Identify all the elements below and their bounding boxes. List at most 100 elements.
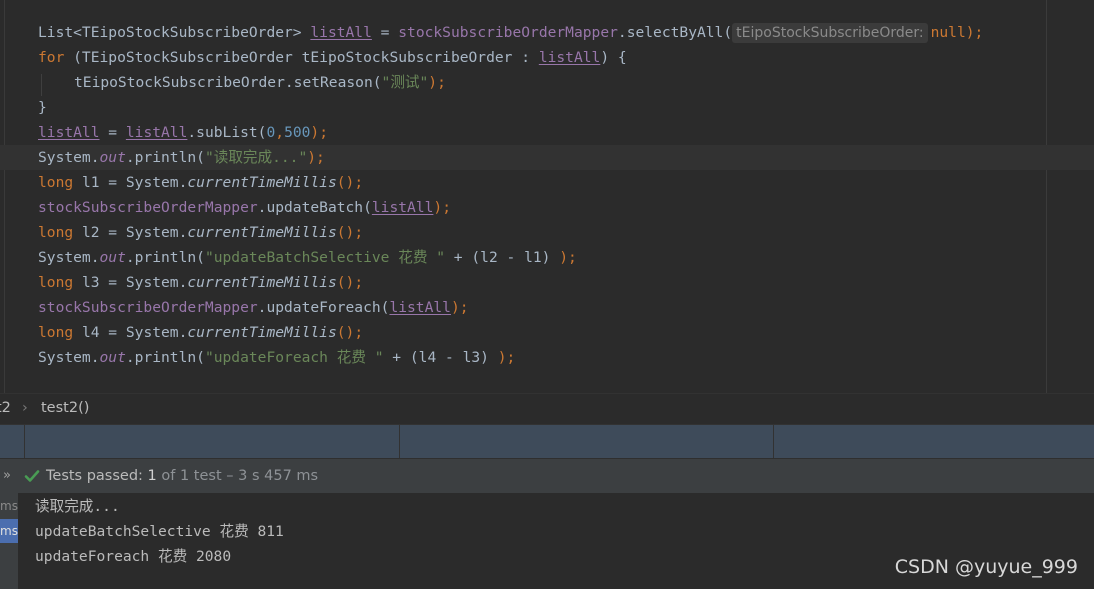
code-token: ); bbox=[450, 299, 469, 316]
code-token: (); bbox=[336, 174, 364, 191]
passed-count: 1 bbox=[147, 468, 157, 484]
code-token: .println( bbox=[125, 249, 205, 266]
code-token: System. bbox=[38, 249, 100, 266]
code-line-7[interactable]: long l1 = System.currentTimeMillis(); bbox=[38, 170, 363, 195]
code-token-static-method: currentTimeMillis bbox=[187, 324, 337, 341]
code-token-keyword: long bbox=[38, 224, 74, 241]
code-token: l4 = System. bbox=[73, 324, 188, 341]
code-token: ) { bbox=[600, 49, 627, 66]
code-line-1[interactable]: List<TEipoStockSubscribeOrder> listAll =… bbox=[38, 20, 983, 45]
code-line-3[interactable]: tEipoStockSubscribeOrder.setReason("测试")… bbox=[74, 70, 446, 95]
code-token-keyword: null bbox=[930, 24, 966, 41]
code-token-variable: listAll bbox=[371, 199, 434, 216]
code-token: + (l2 - l1) bbox=[445, 249, 560, 266]
code-token: System. bbox=[38, 349, 100, 366]
code-token: ); bbox=[433, 199, 451, 216]
code-line-2[interactable]: for (TEipoStockSubscribeOrder tEipoStock… bbox=[38, 45, 627, 70]
code-token: .selectByAll( bbox=[617, 24, 733, 41]
tree-column[interactable] bbox=[400, 425, 774, 459]
code-line-14[interactable]: System.out.println("updateForeach 花费 " +… bbox=[38, 345, 515, 370]
code-token: List<TEipoStockSubscribeOrder> bbox=[38, 24, 311, 41]
test-duration-tag-selected[interactable]: ms bbox=[0, 519, 18, 543]
code-editor[interactable]: List<TEipoStockSubscribeOrder> listAll =… bbox=[0, 0, 1094, 393]
console-line: 读取完成... bbox=[35, 498, 120, 515]
code-token: (); bbox=[336, 324, 364, 341]
code-token: = bbox=[371, 24, 399, 41]
code-token: (); bbox=[336, 224, 364, 241]
code-token: .updateForeach( bbox=[257, 299, 390, 316]
gutter-divider bbox=[4, 0, 5, 393]
test-tree-header bbox=[0, 424, 1094, 459]
code-token: System. bbox=[38, 149, 100, 166]
code-token-static-field: out bbox=[99, 249, 126, 266]
code-token: } bbox=[38, 99, 47, 116]
code-token-keyword: long bbox=[38, 174, 74, 191]
breadcrumb: t2 › test2() bbox=[0, 393, 1094, 425]
code-line-9[interactable]: long l2 = System.currentTimeMillis(); bbox=[38, 220, 363, 245]
watermark: CSDN @yuyue_999 bbox=[894, 556, 1078, 578]
tree-column[interactable] bbox=[25, 425, 400, 459]
code-token-variable: listAll bbox=[389, 299, 451, 316]
code-token: (); bbox=[336, 274, 364, 291]
code-token: = bbox=[99, 124, 126, 141]
code-token: ); bbox=[307, 149, 325, 166]
code-token: tEipoStockSubscribeOrder.setReason( bbox=[74, 74, 382, 91]
code-token-static-method: currentTimeMillis bbox=[187, 174, 337, 191]
code-token-static-field: out bbox=[99, 349, 126, 366]
status-detail: of 1 test – 3 s 457 ms bbox=[156, 468, 319, 484]
test-status-text: Tests passed: 1 of 1 test – 3 s 457 ms bbox=[46, 459, 318, 493]
code-token: ); bbox=[428, 74, 446, 91]
code-line-12[interactable]: stockSubscribeOrderMapper.updateForeach(… bbox=[38, 295, 469, 320]
code-token: ); bbox=[559, 249, 577, 266]
breadcrumb-item-class[interactable]: t2 bbox=[0, 400, 11, 416]
breadcrumb-separator-icon: › bbox=[22, 400, 28, 416]
code-token: .println( bbox=[125, 349, 205, 366]
breadcrumb-item-method[interactable]: test2() bbox=[41, 400, 89, 416]
code-token-string: "读取完成..." bbox=[204, 149, 308, 166]
code-line-6[interactable]: System.out.println("读取完成..."); bbox=[38, 145, 325, 170]
code-token: l2 = System. bbox=[73, 224, 188, 241]
code-token-string: "测试" bbox=[381, 74, 429, 91]
test-tree-sidebar: ms ms bbox=[0, 493, 18, 589]
code-token-variable: listAll bbox=[538, 49, 601, 66]
code-token-keyword: for bbox=[38, 49, 65, 66]
console-line: updateForeach 花费 2080 bbox=[35, 548, 232, 565]
status-label: Tests passed: bbox=[46, 468, 148, 484]
code-token-string: "updateBatchSelective 花费 " bbox=[204, 249, 446, 266]
indent-guide bbox=[41, 74, 42, 96]
code-token: + (l4 - l3) bbox=[383, 349, 498, 366]
right-margin-guide bbox=[1046, 0, 1047, 393]
code-token-keyword: long bbox=[38, 324, 74, 341]
expand-chevron-icon[interactable]: » bbox=[3, 459, 11, 493]
code-token: .println( bbox=[125, 149, 205, 166]
code-token: (TEipoStockSubscribeOrder tEipoStockSubs… bbox=[64, 49, 539, 66]
code-token-static-field: out bbox=[99, 149, 126, 166]
code-token-field: stockSubscribeOrderMapper bbox=[38, 199, 258, 216]
code-token-keyword: long bbox=[38, 274, 74, 291]
code-token: l1 = System. bbox=[73, 174, 188, 191]
code-line-4[interactable]: } bbox=[38, 95, 47, 120]
check-icon bbox=[24, 470, 40, 482]
run-status-bar: » Tests passed: 1 of 1 test – 3 s 457 ms bbox=[0, 458, 1094, 494]
code-token-string: "updateForeach 花费 " bbox=[204, 349, 384, 366]
code-token-variable: listAll bbox=[38, 124, 100, 141]
code-token-number: 500 bbox=[284, 124, 311, 141]
code-token-number: 0 bbox=[266, 124, 276, 141]
console-line: updateBatchSelective 花费 811 bbox=[35, 523, 284, 540]
code-token: ); bbox=[965, 24, 984, 41]
code-line-11[interactable]: long l3 = System.currentTimeMillis(); bbox=[38, 270, 363, 295]
parameter-hint: tEipoStockSubscribeOrder: bbox=[732, 23, 928, 43]
code-token-field: stockSubscribeOrderMapper bbox=[398, 24, 618, 41]
code-line-8[interactable]: stockSubscribeOrderMapper.updateBatch(li… bbox=[38, 195, 451, 220]
code-line-13[interactable]: long l4 = System.currentTimeMillis(); bbox=[38, 320, 363, 345]
code-token: .updateBatch( bbox=[257, 199, 372, 216]
code-token-static-method: currentTimeMillis bbox=[187, 224, 337, 241]
code-token-variable: listAll bbox=[125, 124, 188, 141]
code-line-5[interactable]: listAll = listAll.subList(0,500); bbox=[38, 120, 328, 145]
code-token: ); bbox=[310, 124, 328, 141]
code-token: , bbox=[275, 124, 285, 141]
tree-column[interactable] bbox=[774, 425, 1094, 459]
tree-column[interactable] bbox=[0, 425, 25, 459]
test-duration-tag[interactable]: ms bbox=[0, 494, 18, 518]
code-line-10[interactable]: System.out.println("updateBatchSelective… bbox=[38, 245, 577, 270]
